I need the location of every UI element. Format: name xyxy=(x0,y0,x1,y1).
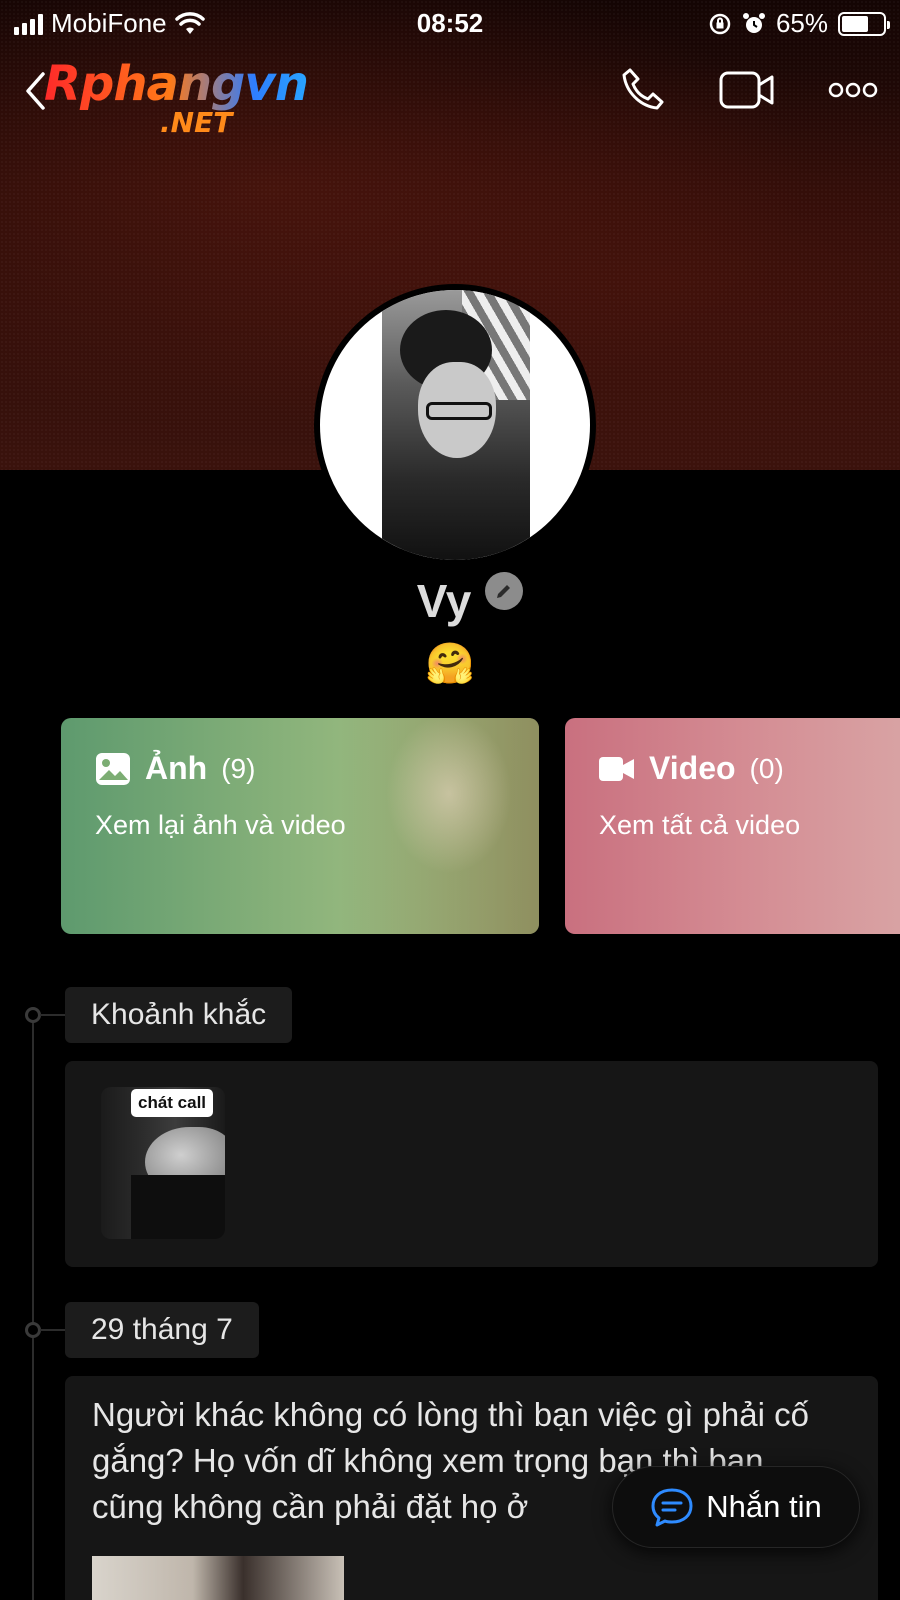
chat-bubble-icon xyxy=(651,1488,693,1527)
photos-card[interactable]: Ảnh (9) Xem lại ảnh và video xyxy=(61,718,539,934)
timeline-dot xyxy=(25,1007,41,1023)
watermark-logo: Rphangvn .NET xyxy=(44,56,324,144)
more-button[interactable] xyxy=(828,80,878,105)
photos-card-count: (9) xyxy=(221,752,256,784)
status-bar: MobiFone 08:52 65% xyxy=(0,0,900,46)
video-icon xyxy=(599,756,634,781)
videos-card[interactable]: Video (0) Xem tất cả video xyxy=(565,718,900,934)
moments-section: chát call xyxy=(65,1061,878,1267)
video-call-button[interactable] xyxy=(718,70,776,115)
phone-icon xyxy=(622,68,664,110)
moments-label: Khoảnh khắc xyxy=(65,987,293,1043)
videos-card-title: Video xyxy=(649,750,736,786)
battery-percent: 65% xyxy=(775,8,828,38)
logo-sub-text: .NET xyxy=(160,106,233,139)
chevron-left-icon xyxy=(26,72,45,110)
profile-name: Vy xyxy=(416,575,472,627)
avatar-photo xyxy=(382,290,530,560)
videos-card-count: (0) xyxy=(749,752,784,784)
image-icon xyxy=(96,752,130,785)
timeline-tick xyxy=(40,1014,66,1016)
back-button[interactable] xyxy=(24,70,46,117)
moment-thumbnail[interactable]: chát call xyxy=(101,1087,225,1239)
pencil-icon xyxy=(497,585,511,598)
logo-main-text: Rphangvn xyxy=(44,56,324,112)
call-button[interactable] xyxy=(620,66,666,117)
avatar[interactable] xyxy=(314,284,596,566)
message-button-label: Nhắn tin xyxy=(706,1489,822,1524)
edit-name-button[interactable] xyxy=(485,572,524,610)
timeline-dot xyxy=(25,1322,41,1338)
message-button[interactable]: Nhắn tin xyxy=(612,1466,860,1548)
moment-tag: chát call xyxy=(131,1089,214,1117)
post-image[interactable] xyxy=(92,1556,344,1600)
more-icon xyxy=(828,82,878,98)
timeline-tick xyxy=(40,1329,66,1331)
photos-card-title: Ảnh xyxy=(145,750,208,786)
rotation-lock-icon xyxy=(709,13,731,34)
photos-card-thumbnail xyxy=(339,718,539,934)
timeline-line xyxy=(32,1016,34,1600)
videos-card-subtitle: Xem tất cả video xyxy=(599,810,801,840)
date-label: 29 tháng 7 xyxy=(65,1302,259,1358)
photos-card-subtitle: Xem lại ảnh và video xyxy=(95,810,346,840)
status-emoji: 🤗 xyxy=(425,642,475,686)
battery-icon xyxy=(838,11,890,36)
video-camera-icon xyxy=(719,71,774,109)
alarm-icon xyxy=(742,12,765,33)
